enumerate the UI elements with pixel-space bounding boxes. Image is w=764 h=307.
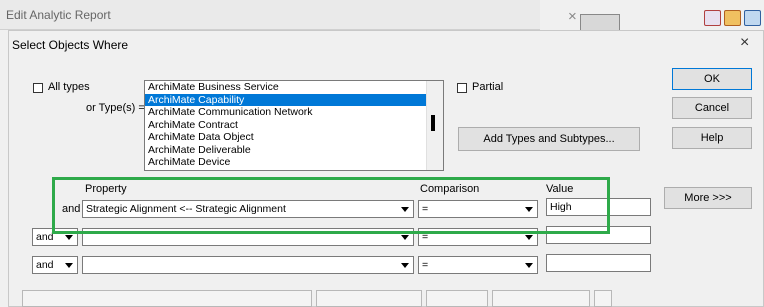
connector-value: and: [36, 259, 54, 271]
all-types-label: All types: [48, 81, 90, 93]
partial-checkbox[interactable]: [457, 83, 467, 93]
connector-value: and: [36, 231, 54, 243]
type-list-item[interactable]: ArchiMate Capability: [145, 93, 443, 106]
type-list-item[interactable]: ArchiMate Communication Network: [145, 106, 443, 119]
bottom-panel: [492, 290, 590, 307]
bottom-panel: [594, 290, 612, 307]
background-window-title: Edit Analytic Report: [0, 0, 540, 30]
value-input[interactable]: [546, 254, 651, 272]
report-export-icon[interactable]: [724, 10, 741, 26]
bottom-panel: [22, 290, 312, 307]
type-listbox[interactable]: ArchiMate Business Service ArchiMate Capa…: [144, 80, 444, 171]
type-list-item[interactable]: ArchiMate Contract: [145, 119, 443, 132]
scroll-thumb[interactable]: [431, 115, 435, 131]
all-types-checkbox[interactable]: [33, 83, 43, 93]
comparison-value: =: [422, 259, 429, 271]
add-types-button[interactable]: Add Types and Subtypes...: [458, 127, 640, 151]
type-list-scrollbar[interactable]: [426, 81, 443, 170]
chevron-down-icon[interactable]: [521, 257, 537, 273]
background-toolbar: [690, 4, 764, 30]
highlight-box: [52, 177, 610, 234]
more-button[interactable]: More >>>: [664, 187, 752, 209]
comparison-select[interactable]: =: [418, 256, 538, 274]
partial-label: Partial: [472, 81, 504, 93]
type-list-item[interactable]: ArchiMate Business Service: [145, 81, 443, 94]
dialog-title: Select Objects Where: [12, 38, 129, 52]
or-types-label: or Type(s) =: [86, 102, 145, 114]
chevron-down-icon[interactable]: [61, 257, 77, 273]
report-refresh-icon[interactable]: [744, 10, 761, 26]
bottom-panel: [316, 290, 422, 307]
dialog-close-icon[interactable]: ×: [740, 34, 749, 52]
property-select[interactable]: [82, 256, 414, 274]
help-button[interactable]: Help: [672, 127, 752, 149]
report-edit-icon[interactable]: [704, 10, 721, 26]
connector-select[interactable]: and: [32, 256, 78, 274]
type-list-item[interactable]: ArchiMate Data Object: [145, 131, 443, 144]
chevron-down-icon[interactable]: [397, 257, 413, 273]
type-list-item[interactable]: ArchiMate Deliverable: [145, 144, 443, 157]
background-close-icon[interactable]: ×: [568, 8, 577, 25]
cancel-button[interactable]: Cancel: [672, 97, 752, 119]
type-list-item[interactable]: ArchiMate Device: [145, 156, 443, 169]
ok-button[interactable]: OK: [672, 68, 752, 90]
bottom-panel: [426, 290, 488, 307]
